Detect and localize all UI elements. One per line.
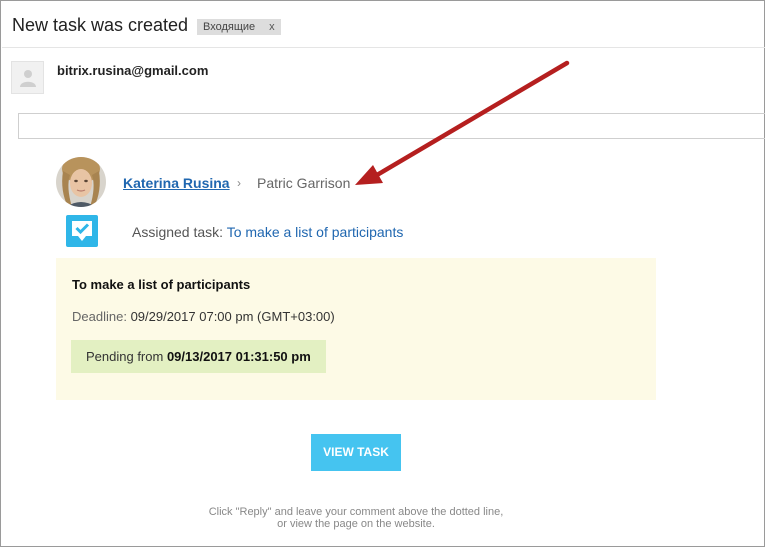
task-assignee: Patric Garrison xyxy=(257,175,351,191)
assigned-task-link[interactable]: To make a list of participants xyxy=(227,224,404,240)
author-photo xyxy=(56,157,106,207)
task-checkbox-icon xyxy=(66,215,98,247)
task-title: To make a list of participants xyxy=(72,277,251,292)
email-frame: New task was created Входящие x bitrix.ru… xyxy=(0,0,765,547)
task-author-link[interactable]: Katerina Rusina xyxy=(123,175,230,191)
inbox-label-text: Входящие xyxy=(203,21,256,33)
task-card: To make a list of participants Deadline:… xyxy=(56,258,656,400)
assigned-task-prefix: Assigned task: xyxy=(132,224,224,240)
status-badge: Pending from 09/13/2017 01:31:50 pm xyxy=(71,340,326,373)
assigned-task-line: Assigned task: To make a list of partici… xyxy=(132,224,403,240)
inbox-label-chip[interactable]: Входящие x xyxy=(197,19,281,35)
sender-email[interactable]: bitrix.rusina@gmail.com xyxy=(57,63,208,78)
status-date: 09/13/2017 01:31:50 pm xyxy=(166,349,311,364)
remove-label-button[interactable]: x xyxy=(269,21,275,33)
breadcrumb-separator: › xyxy=(237,176,241,190)
footer-line-1: Click "Reply" and leave your comment abo… xyxy=(208,506,504,518)
person-icon xyxy=(20,70,36,87)
footer-note: Click "Reply" and leave your comment abo… xyxy=(181,506,531,530)
subject-bar: New task was created Входящие x xyxy=(2,2,765,48)
status-prefix: Pending from xyxy=(86,349,164,364)
email-subject: New task was created xyxy=(12,15,189,35)
author-avatar[interactable] xyxy=(56,157,106,207)
task-deadline: Deadline: 09/29/2017 07:00 pm (GMT+03:00… xyxy=(72,309,335,324)
deadline-label: Deadline: xyxy=(72,309,127,324)
deadline-value: 09/29/2017 07:00 pm (GMT+03:00) xyxy=(130,309,335,324)
footer-line-2: or view the page on the website. xyxy=(277,518,435,530)
sender-avatar xyxy=(11,61,44,94)
message-divider-box xyxy=(18,113,765,139)
view-task-button[interactable]: VIEW TASK xyxy=(311,434,401,471)
